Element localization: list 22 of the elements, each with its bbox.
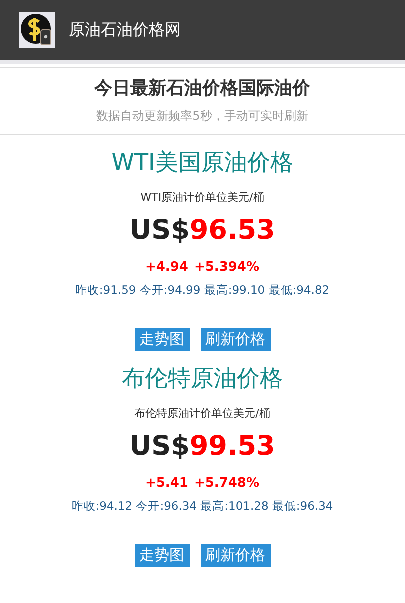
market-title: 布伦特原油价格 (122, 365, 283, 394)
site-name: 原油石油价格网 (69, 20, 181, 40)
market-title: WTI美国原油价格 (112, 149, 294, 178)
page-subtitle: 数据自动更新频率5秒，手动可实时刷新 (96, 108, 308, 125)
chart-button[interactable]: 走势图 (134, 328, 190, 351)
price-value: 96.53 (190, 215, 276, 246)
refresh-button[interactable]: 刷新价格 (200, 328, 270, 351)
percent-change: +5.748% (194, 476, 260, 491)
price-stats: 昨收:91.59 今开:94.99 最高:99.10 最低:94.82 (75, 283, 330, 298)
chart-button[interactable]: 走势图 (134, 544, 190, 567)
currency-label: US$ (130, 431, 190, 462)
page-title: 今日最新石油价格国际油价 (94, 77, 310, 100)
logo-icon (19, 12, 55, 48)
unit-label: 布伦特原油计价单位美元/桶 (134, 406, 270, 421)
price-change: +5.41 (145, 476, 188, 491)
currency-label: US$ (130, 215, 190, 246)
unit-label: WTI原油计价单位美元/桶 (140, 190, 264, 205)
price-value: 99.53 (190, 431, 276, 462)
price-change: +4.94 (145, 260, 188, 275)
percent-change: +5.394% (194, 260, 260, 275)
refresh-button[interactable]: 刷新价格 (200, 544, 270, 567)
price-stats: 昨收:94.12 今开:96.34 最高:101.28 最低:96.34 (72, 499, 334, 514)
